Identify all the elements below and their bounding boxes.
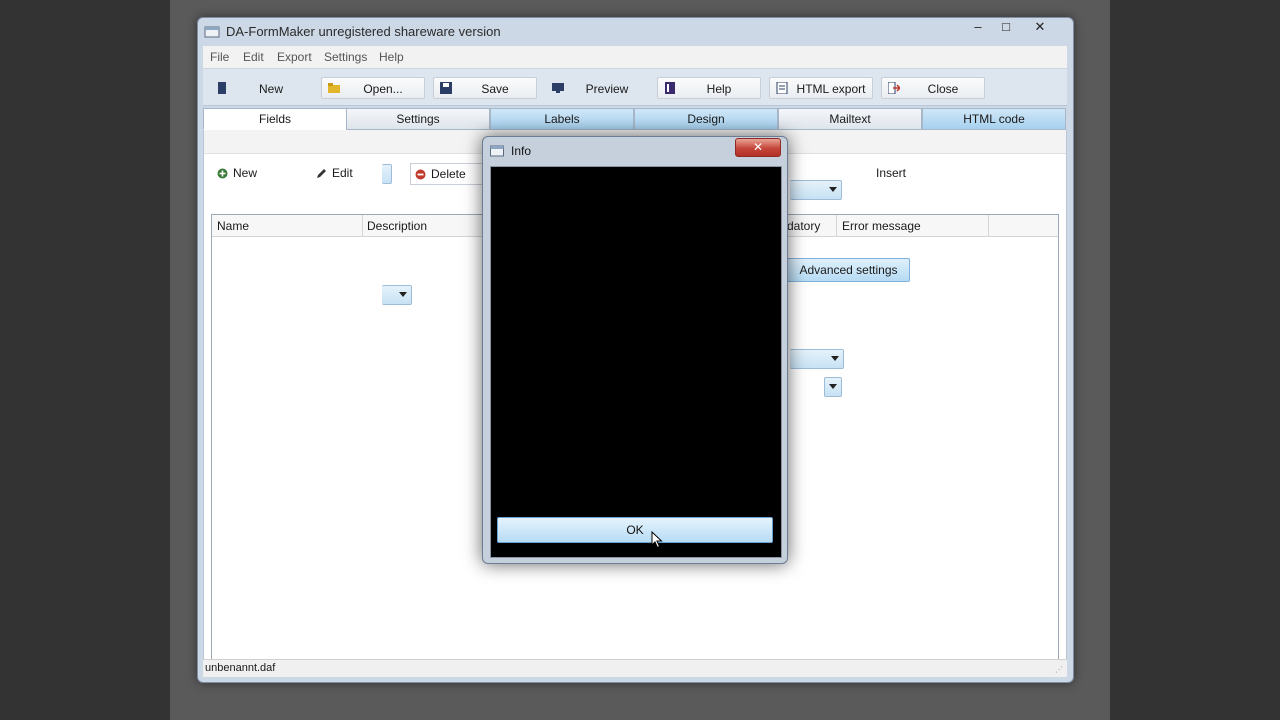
minimize-button[interactable]: –	[963, 18, 993, 38]
edit-dropdown-edge[interactable]	[382, 164, 392, 184]
menu-file[interactable]: File	[210, 50, 229, 64]
description-select[interactable]	[382, 285, 412, 305]
save-button[interactable]: Save	[433, 77, 537, 99]
column-divider	[988, 215, 989, 237]
tab-mailtext[interactable]: Mailtext	[778, 108, 922, 130]
chevron-down-icon	[831, 356, 839, 361]
delete-circle-icon	[415, 169, 426, 180]
tab-design[interactable]: Design	[634, 108, 778, 130]
tab-strip: Fields Settings Labels Design Mailtext H…	[203, 108, 1067, 130]
chevron-down-icon	[399, 292, 407, 297]
preview-button[interactable]: Preview	[545, 77, 649, 99]
new-document-icon	[218, 82, 226, 94]
right-backdrop	[1110, 0, 1280, 720]
help-button[interactable]: Help	[657, 77, 761, 99]
window-title: DA-FormMaker unregistered shareware vers…	[226, 24, 501, 39]
toolbar: New Open... Save Preview Help HTML expor…	[203, 69, 1067, 106]
html-export-button[interactable]: HTML export	[769, 77, 873, 99]
menu-settings[interactable]: Settings	[324, 50, 367, 64]
tab-settings[interactable]: Settings	[346, 108, 490, 130]
dialog-close-button[interactable]: ✕	[735, 138, 781, 157]
open-button[interactable]: Open...	[321, 77, 425, 99]
column-divider	[362, 215, 363, 237]
dialog-title: Info	[511, 144, 532, 158]
col-error-message[interactable]: Error message	[842, 219, 921, 233]
folder-icon	[328, 83, 340, 93]
close-window-button[interactable]: ✕	[1021, 18, 1059, 38]
status-bar: unbenannt.daf ⋰	[203, 659, 1067, 677]
ok-button[interactable]: OK	[497, 517, 773, 543]
exit-icon	[888, 82, 900, 94]
column-divider	[836, 215, 837, 237]
maximize-button[interactable]: □	[991, 18, 1021, 38]
resize-grip-icon[interactable]: ⋰	[1055, 666, 1063, 674]
field-type-select[interactable]	[790, 180, 842, 200]
menu-bar: File Edit Export Settings Help	[203, 46, 1067, 68]
chevron-down-icon	[829, 187, 837, 192]
dialog-content: OK	[490, 166, 782, 558]
chevron-down-icon	[829, 384, 837, 389]
edit-field-button[interactable]: Edit	[312, 163, 392, 185]
close-button[interactable]: Close	[881, 77, 985, 99]
new-field-button[interactable]: New	[213, 163, 303, 185]
col-mandatory[interactable]: datory	[787, 219, 820, 233]
save-icon	[440, 82, 452, 94]
dialog-app-icon	[490, 145, 504, 157]
pencil-icon	[317, 169, 326, 178]
help-book-icon	[665, 82, 675, 94]
advanced-settings-button[interactable]: Advanced settings	[787, 258, 910, 282]
menu-export[interactable]: Export	[277, 50, 312, 64]
export-page-icon	[776, 82, 788, 94]
app-icon	[204, 26, 220, 38]
left-backdrop	[0, 0, 170, 720]
tab-labels[interactable]: Labels	[490, 108, 634, 130]
small-select[interactable]	[824, 377, 842, 397]
col-description[interactable]: Description	[367, 219, 427, 233]
monitor-icon	[552, 83, 564, 93]
menu-edit[interactable]: Edit	[243, 50, 264, 64]
status-filename: unbenannt.daf	[205, 662, 276, 674]
col-name[interactable]: Name	[217, 219, 249, 233]
title-bar[interactable]: DA-FormMaker unregistered shareware vers…	[198, 18, 1073, 46]
validation-select[interactable]	[790, 349, 844, 369]
tab-fields[interactable]: Fields	[203, 108, 347, 130]
mouse-cursor-icon	[651, 531, 663, 549]
tab-html-code[interactable]: HTML code	[922, 108, 1066, 130]
add-circle-icon	[217, 168, 228, 179]
info-dialog: Info ✕ OK	[482, 136, 788, 564]
new-button[interactable]: New	[209, 77, 313, 99]
menu-help[interactable]: Help	[379, 50, 404, 64]
